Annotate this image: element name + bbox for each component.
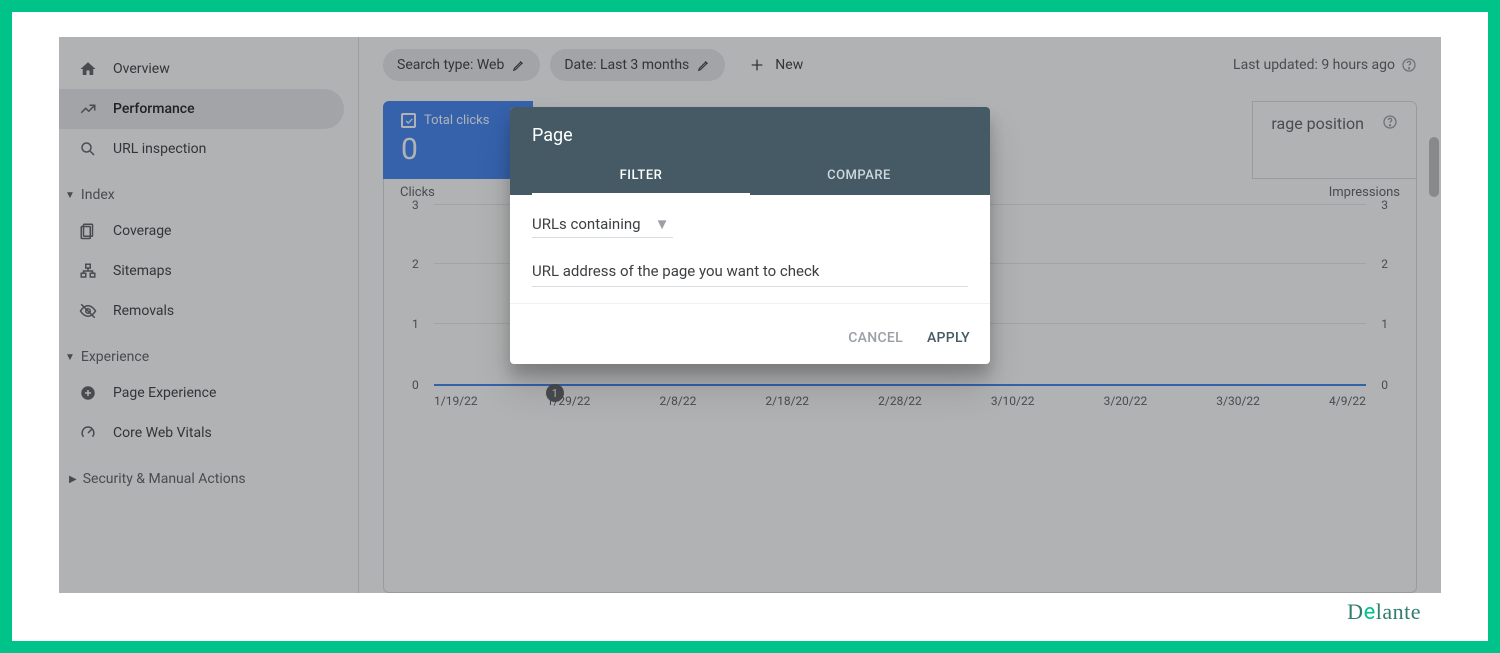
apply-button[interactable]: APPLY [927, 330, 970, 346]
cancel-button[interactable]: CANCEL [848, 330, 903, 346]
modal-tabs: FILTER COMPARE [532, 158, 968, 195]
url-input[interactable] [532, 262, 968, 287]
page-filter-modal: Page FILTER COMPARE URLs containing ▼ CA… [510, 107, 990, 364]
brand-logo: Delante [1347, 599, 1421, 625]
select-label: URLs containing [532, 215, 641, 233]
tab-compare[interactable]: COMPARE [750, 158, 968, 195]
modal-title: Page [532, 125, 968, 146]
caret-down-icon: ▼ [655, 215, 670, 233]
tab-filter[interactable]: FILTER [532, 158, 750, 195]
brand-logo-row: Delante [59, 593, 1441, 631]
url-match-select[interactable]: URLs containing ▼ [532, 213, 673, 238]
app-window: Overview Performance URL inspection ▼ [59, 37, 1441, 593]
